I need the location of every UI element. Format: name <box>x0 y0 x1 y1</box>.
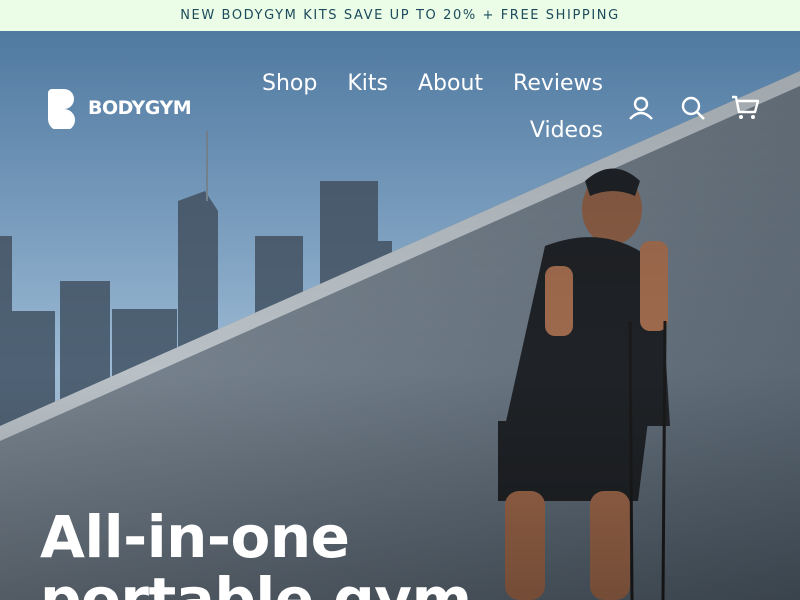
header-icons <box>626 93 760 123</box>
brand-logo[interactable]: BODYGYM <box>48 87 192 129</box>
main-nav: Shop Kits About Reviews Videos <box>248 69 618 163</box>
announcement-text: NEW BODYGYM KITS SAVE UP TO 20% + FREE S… <box>180 8 620 23</box>
account-button[interactable] <box>626 93 656 123</box>
hero-headline-line2: portable gym <box>40 565 472 600</box>
nav-videos[interactable]: Videos <box>515 116 618 163</box>
nav-kits[interactable]: Kits <box>332 69 403 116</box>
hero-headline-line1: All-in-one <box>40 503 350 571</box>
search-icon <box>681 96 705 120</box>
nav-reviews[interactable]: Reviews <box>498 69 618 116</box>
bodygym-b-icon <box>48 89 75 129</box>
brand-name: BODYGYM <box>88 97 192 119</box>
hero-section: BODYGYM Shop Kits About Reviews Videos A… <box>0 31 800 600</box>
cart-button[interactable] <box>730 93 760 123</box>
cart-icon <box>732 95 759 119</box>
search-button[interactable] <box>678 93 708 123</box>
announcement-bar[interactable]: NEW BODYGYM KITS SAVE UP TO 20% + FREE S… <box>0 0 800 31</box>
nav-about[interactable]: About <box>403 69 498 116</box>
hero-headline: All-in-one portable gym <box>40 506 472 600</box>
account-icon <box>629 96 653 120</box>
nav-shop[interactable]: Shop <box>247 69 332 116</box>
